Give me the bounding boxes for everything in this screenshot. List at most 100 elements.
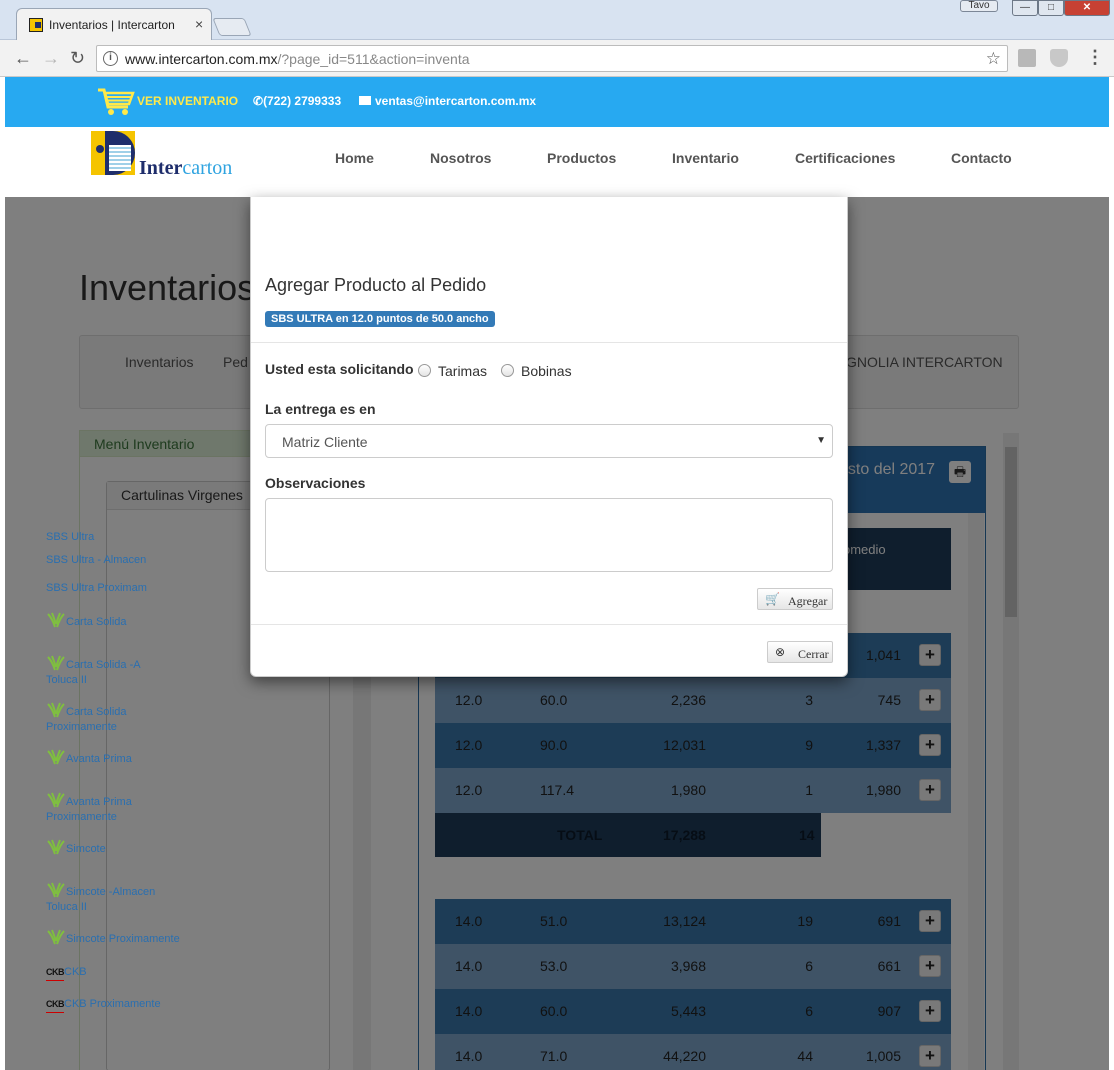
leaf-icon [47, 702, 65, 718]
site-topbar: VER INVENTARIO ✆(722) 2799333 ventas@int… [5, 77, 1109, 127]
site-navbar: Intercarton Home Nosotros Productos Inve… [5, 127, 1109, 197]
menu-item-label: Avanta Prima [66, 796, 132, 808]
entrega-select[interactable]: Matriz Cliente ▼ [265, 424, 833, 458]
phone-contact[interactable]: ✆(722) 2799333 [253, 94, 341, 108]
menu-item-sublabel: Proximamente [46, 811, 117, 823]
menu-item-label: SBS Ultra - Almacen [46, 554, 147, 566]
forward-arrow-icon[interactable]: → [42, 48, 60, 69]
menu-item-label: SBS Ultra Proximam [46, 582, 147, 594]
radio-tarimas-label[interactable]: Tarimas [438, 363, 487, 379]
menu-item[interactable]: SBS Ultra Proximam [46, 581, 147, 596]
leaf-icon [47, 792, 65, 808]
cart-icon: 🛒 [765, 592, 780, 606]
site-info-icon[interactable]: i [103, 51, 118, 66]
bookmark-star-icon[interactable]: ☆ [986, 49, 1001, 69]
intercarton-logo[interactable]: Intercarton [91, 131, 251, 181]
browser-profile-button[interactable]: Tavo [960, 0, 998, 12]
add-product-modal: Agregar Producto al Pedido SBS ULTRA en … [250, 197, 848, 677]
phone-number: (722) 2799333 [263, 94, 342, 108]
menu-item-label: Avanta Prima [66, 753, 132, 765]
pdf-extension-icon[interactable] [1018, 49, 1036, 67]
logo-mark [91, 131, 135, 175]
leaf-icon [47, 612, 65, 628]
menu-item[interactable]: SBS Ultra [46, 530, 94, 545]
menu-item[interactable]: CKBCKB Proximamente [46, 997, 161, 1013]
address-bar[interactable]: i www.intercarton.com.mx/?page_id=511&ac… [96, 45, 1008, 72]
cerrar-button-label: Cerrar [798, 647, 829, 661]
menu-item-label: Carta Solida [66, 616, 127, 628]
leaf-icon [47, 929, 65, 945]
window-close-button[interactable]: ✕ [1064, 0, 1110, 16]
menu-item-label: Carta Solida -A [66, 659, 141, 671]
nav-inventario[interactable]: Inventario [672, 150, 739, 166]
menu-item-label: Simcote [66, 843, 106, 855]
agregar-button[interactable]: 🛒 Agregar [757, 588, 833, 610]
menu-item[interactable]: CKBCKB [46, 965, 87, 981]
logo-text-carton: carton [182, 157, 233, 179]
ver-inventario-link[interactable]: VER INVENTARIO [137, 94, 238, 108]
solicitando-label: Usted esta solicitando [265, 361, 414, 377]
logo-text-inter: Inter [139, 157, 183, 179]
menu-item[interactable]: Avanta Prima Proximamente [46, 792, 132, 825]
window-maximize-button[interactable]: □ [1038, 0, 1064, 16]
radio-bobinas[interactable] [501, 364, 514, 377]
url-path: /?page_id=511&action=inventa [277, 51, 470, 67]
menu-item-label: CKB [64, 966, 87, 978]
email-address: ventas@intercarton.com.mx [375, 94, 537, 108]
nav-certificaciones[interactable]: Certificaciones [795, 150, 895, 166]
ckb-logo-icon: CKB [46, 997, 65, 1013]
tab-close-icon[interactable]: × [195, 16, 203, 32]
leaf-icon [47, 655, 65, 671]
product-badge: SBS ULTRA en 12.0 puntos de 50.0 ancho [265, 311, 495, 327]
menu-item[interactable]: Simcote [46, 839, 106, 857]
leaf-icon [47, 839, 65, 855]
radio-tarimas[interactable] [418, 364, 431, 377]
menu-item[interactable]: Simcote Proximamente [46, 929, 180, 947]
menu-item-label: Simcote -Almacen [66, 886, 156, 898]
url-host: www.intercarton.com.mx [125, 51, 278, 67]
observaciones-textarea[interactable] [265, 498, 833, 572]
shopping-cart-icon[interactable] [97, 87, 135, 117]
phone-icon: ✆ [253, 94, 264, 108]
menu-item[interactable]: Carta Solida -A Toluca II [46, 655, 141, 688]
entrega-label: La entrega es en [265, 401, 376, 417]
menu-item[interactable]: Carta Solida Proximamente [46, 702, 127, 735]
nav-productos[interactable]: Productos [547, 150, 616, 166]
site-favicon-icon [29, 18, 43, 32]
nav-home[interactable]: Home [335, 150, 374, 166]
leaf-icon [47, 882, 65, 898]
nav-nosotros[interactable]: Nosotros [430, 150, 491, 166]
menu-item-label: SBS Ultra [46, 531, 95, 543]
menu-item[interactable]: SBS Ultra - Almacen [46, 553, 146, 568]
menu-item[interactable]: Avanta Prima [46, 749, 132, 767]
cerrar-button[interactable]: ⊗ Cerrar [767, 641, 833, 663]
menu-item-label: Carta Solida [66, 706, 127, 718]
address-url[interactable]: www.intercarton.com.mx/?page_id=511&acti… [125, 51, 470, 67]
ckb-logo-icon: CKB [46, 965, 65, 981]
back-arrow-icon[interactable]: ← [14, 48, 32, 69]
close-circle-icon: ⊗ [775, 645, 786, 659]
shield-extension-icon[interactable] [1050, 49, 1068, 67]
window-minimize-button[interactable]: — [1012, 0, 1038, 16]
entrega-select-value: Matriz Cliente [282, 434, 368, 450]
nav-contacto[interactable]: Contacto [951, 150, 1012, 166]
browser-toolbar: ← → ↻ i www.intercarton.com.mx/?page_id=… [0, 40, 1114, 77]
browser-menu-icon[interactable]: ⋮ [1086, 47, 1104, 68]
new-tab-button[interactable] [212, 18, 252, 36]
agregar-button-label: Agregar [788, 594, 828, 608]
chevron-down-icon: ▼ [816, 435, 826, 446]
modal-title: Agregar Producto al Pedido [265, 275, 487, 295]
browser-tab-active[interactable]: Inventarios | Intercarton × [16, 8, 212, 40]
envelope-icon [359, 96, 371, 105]
menu-item[interactable]: Carta Solida [46, 612, 127, 630]
modal-footer-divider [251, 624, 847, 625]
browser-titlebar: Inventarios | Intercarton × Tavo — □ ✕ [0, 0, 1114, 40]
reload-icon[interactable]: ↻ [70, 48, 85, 69]
radio-bobinas-label[interactable]: Bobinas [521, 363, 572, 379]
menu-item-sublabel: Toluca II [46, 674, 87, 686]
email-contact[interactable]: ventas@intercarton.com.mx [359, 94, 536, 108]
menu-item[interactable]: Simcote -Almacen Toluca II [46, 882, 155, 915]
observaciones-label: Observaciones [265, 475, 366, 491]
logo-text: Intercarton [139, 157, 232, 180]
tab-title: Inventarios | Intercarton [49, 18, 175, 32]
